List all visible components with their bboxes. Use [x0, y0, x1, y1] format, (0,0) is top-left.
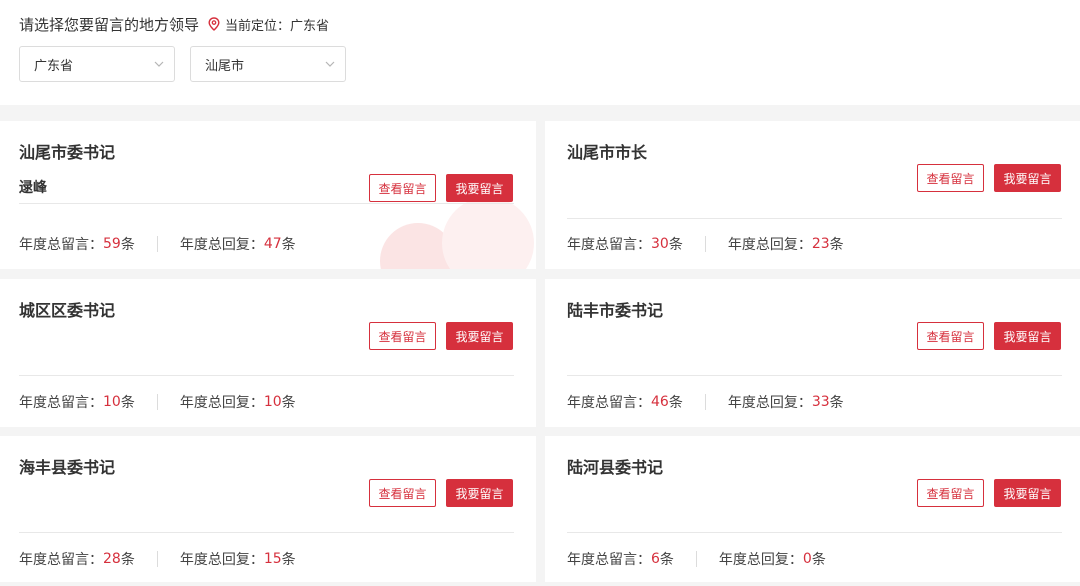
messages-count: 30	[651, 236, 669, 252]
replies-unit: 条	[811, 552, 826, 568]
messages-label: 年度总留言：	[19, 552, 103, 568]
messages-unit: 条	[659, 552, 674, 568]
view-messages-button[interactable]: 查看留言	[369, 174, 436, 202]
card-stats: 年度总留言： 59 条 年度总回复： 47 条	[19, 234, 296, 254]
leave-message-button[interactable]: 我要留言	[446, 479, 513, 507]
card-divider	[567, 532, 1062, 533]
messages-label: 年度总留言：	[567, 395, 651, 411]
view-messages-button[interactable]: 查看留言	[917, 164, 984, 192]
leader-card: 城区区委书记 查看留言 我要留言 年度总留言： 10 条 年度总回复： 10 条	[0, 279, 536, 427]
card-stats: 年度总留言： 10 条 年度总回复： 10 条	[19, 392, 296, 412]
stats-separator	[156, 551, 158, 567]
view-messages-button[interactable]: 查看留言	[369, 479, 436, 507]
stats-separator	[704, 236, 706, 252]
city-select[interactable]: 汕尾市	[190, 46, 346, 82]
select-leader-prompt: 请选择您要留言的地方领导	[19, 15, 200, 34]
city-select-value: 汕尾市	[205, 58, 245, 74]
location-pin-icon	[208, 17, 220, 31]
replies-label: 年度总回复：	[179, 552, 264, 568]
view-messages-button[interactable]: 查看留言	[917, 479, 984, 507]
card-stats: 年度总留言： 46 条 年度总回复： 33 条	[567, 392, 844, 412]
replies-label: 年度总回复：	[727, 395, 812, 411]
messages-label: 年度总留言：	[19, 237, 103, 253]
chevron-down-icon	[154, 61, 164, 67]
leader-title: 陆河县委书记	[567, 458, 664, 477]
messages-label: 年度总留言：	[567, 552, 651, 568]
replies-unit: 条	[281, 395, 296, 411]
card-divider	[19, 375, 514, 376]
card-stats: 年度总留言： 6 条 年度总回复： 0 条	[567, 549, 826, 569]
replies-unit: 条	[281, 237, 296, 253]
replies-unit: 条	[829, 237, 844, 253]
replies-unit: 条	[829, 395, 844, 411]
replies-label: 年度总回复：	[718, 552, 803, 568]
leave-message-button[interactable]: 我要留言	[994, 164, 1061, 192]
replies-count: 10	[263, 394, 282, 410]
chevron-down-icon	[325, 61, 335, 67]
replies-unit: 条	[281, 552, 296, 568]
province-select[interactable]: 广东省	[19, 46, 175, 82]
messages-count: 46	[651, 394, 669, 410]
stats-separator	[156, 394, 158, 410]
messages-label: 年度总留言：	[567, 237, 651, 253]
stats-separator	[156, 236, 158, 252]
replies-label: 年度总回复：	[179, 237, 264, 253]
leader-card: 汕尾市委书记 逯峰 查看留言 我要留言 年度总留言： 59 条 年度总回复： 47 条	[0, 121, 536, 269]
replies-count: 33	[811, 394, 830, 410]
leader-title: 陆丰市委书记	[567, 301, 664, 320]
card-divider	[19, 532, 514, 533]
leader-title: 海丰县委书记	[19, 458, 116, 477]
messages-unit: 条	[120, 395, 135, 411]
messages-unit: 条	[668, 395, 683, 411]
replies-label: 年度总回复：	[179, 395, 264, 411]
card-stats: 年度总留言： 30 条 年度总回复： 23 条	[567, 234, 844, 254]
leader-card: 汕尾市市长 查看留言 我要留言 年度总留言： 30 条 年度总回复： 23 条	[545, 121, 1080, 269]
view-messages-button[interactable]: 查看留言	[917, 322, 984, 350]
leave-message-button[interactable]: 我要留言	[446, 174, 513, 202]
region-selector-panel: 请选择您要留言的地方领导 当前定位：广东省 广东省 汕尾市	[0, 0, 1080, 105]
current-location: 当前定位：广东省	[225, 18, 330, 34]
replies-count: 47	[263, 236, 282, 252]
replies-count: 15	[263, 551, 282, 567]
card-divider	[19, 203, 514, 204]
card-divider	[567, 375, 1062, 376]
card-stats: 年度总留言： 28 条 年度总回复： 15 条	[19, 549, 296, 569]
leader-title: 汕尾市市长	[567, 143, 648, 162]
leave-message-button[interactable]: 我要留言	[994, 322, 1061, 350]
messages-count: 59	[103, 236, 121, 252]
view-messages-button[interactable]: 查看留言	[369, 322, 436, 350]
messages-count: 10	[103, 394, 121, 410]
prompt-row: 请选择您要留言的地方领导 当前定位：广东省	[19, 12, 329, 36]
messages-unit: 条	[120, 552, 135, 568]
messages-unit: 条	[668, 237, 683, 253]
leave-message-button[interactable]: 我要留言	[994, 479, 1061, 507]
messages-count: 6	[651, 551, 660, 567]
leader-name: 逯峰	[19, 180, 47, 196]
messages-unit: 条	[120, 237, 135, 253]
leader-title: 城区区委书记	[19, 301, 116, 320]
replies-count: 0	[802, 551, 812, 567]
province-select-value: 广东省	[34, 58, 74, 74]
leader-card: 海丰县委书记 查看留言 我要留言 年度总留言： 28 条 年度总回复： 15 条	[0, 436, 536, 582]
messages-label: 年度总留言：	[19, 395, 103, 411]
replies-label: 年度总回复：	[727, 237, 812, 253]
leader-card: 陆丰市委书记 查看留言 我要留言 年度总留言： 46 条 年度总回复： 33 条	[545, 279, 1080, 427]
stats-separator	[695, 551, 697, 567]
card-divider	[567, 218, 1062, 219]
messages-count: 28	[103, 551, 121, 567]
stats-separator	[704, 394, 706, 410]
leader-card: 陆河县委书记 查看留言 我要留言 年度总留言： 6 条 年度总回复： 0 条	[545, 436, 1080, 582]
leader-title: 汕尾市委书记	[19, 143, 116, 162]
replies-count: 23	[811, 236, 830, 252]
leave-message-button[interactable]: 我要留言	[446, 322, 513, 350]
